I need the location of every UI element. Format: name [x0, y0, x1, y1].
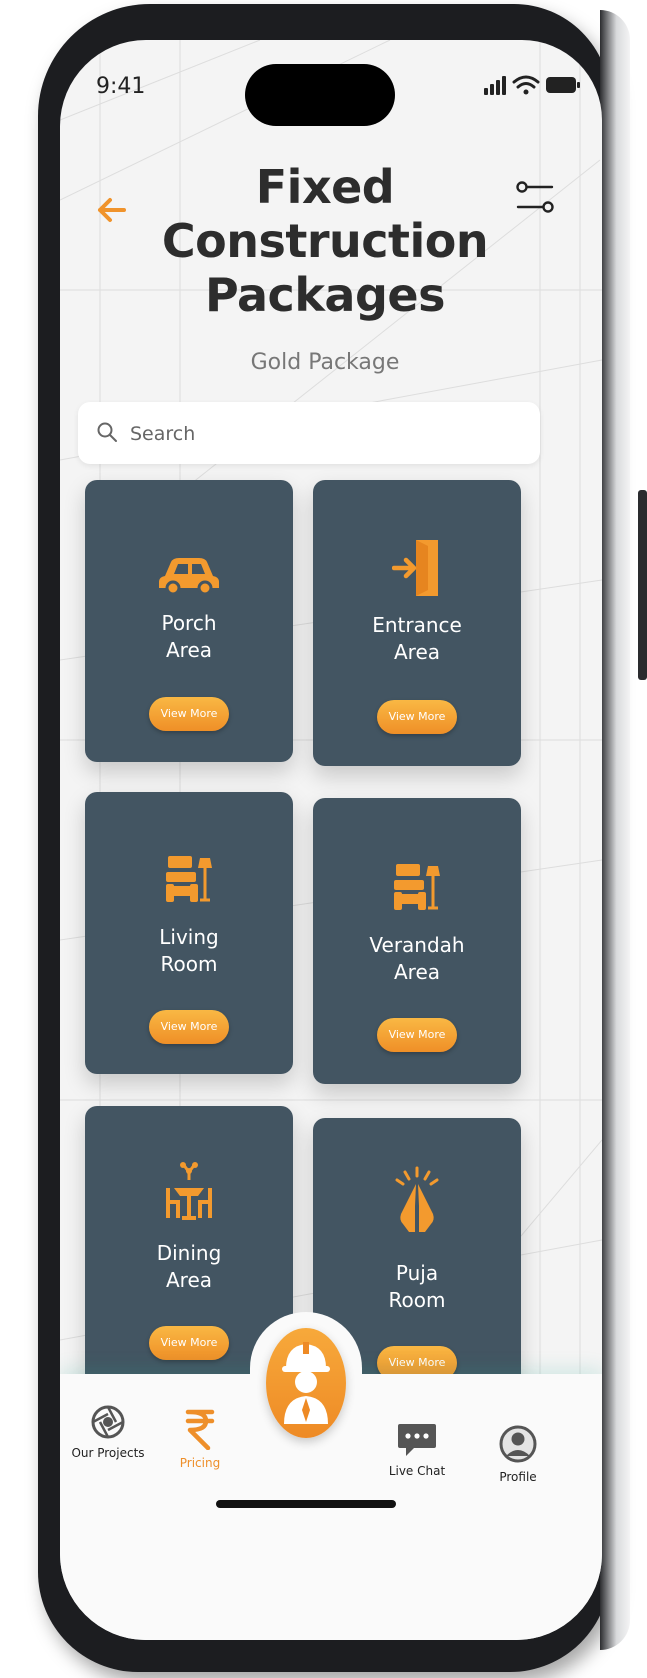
- card-label: Dining Area: [156, 1241, 222, 1292]
- chat-bubble-icon: [398, 1424, 436, 1456]
- dining-table-icon: [166, 1162, 212, 1220]
- phone-side-button: [638, 490, 647, 680]
- praying-hands-icon: [395, 1166, 439, 1232]
- view-more-button[interactable]: View More: [377, 700, 457, 734]
- battery-icon: [546, 77, 580, 93]
- aperture-icon: [91, 1405, 125, 1439]
- card-label: Puja Room: [388, 1261, 446, 1312]
- arrow-left-icon: [98, 198, 126, 222]
- nav-our-projects[interactable]: Our Projects: [64, 1404, 152, 1460]
- card-verandah-area[interactable]: Verandah Area View More: [313, 798, 521, 1084]
- back-button[interactable]: [90, 188, 134, 232]
- sofa-lamp-icon: [394, 864, 440, 910]
- nav-label: Our Projects: [71, 1446, 145, 1460]
- card-porch-area[interactable]: Porch Area View More: [85, 480, 293, 762]
- search-icon: [97, 422, 117, 442]
- card-living-room[interactable]: Living Room View More: [85, 792, 293, 1074]
- card-label: Porch Area: [161, 611, 217, 662]
- sliders-icon: [516, 181, 554, 213]
- card-label: Entrance Area: [372, 613, 462, 664]
- view-more-button[interactable]: View More: [377, 1018, 457, 1052]
- page-title-line: Fixed: [255, 160, 395, 214]
- page-title-line: Construction: [161, 214, 489, 268]
- package-subtitle: Gold Package: [250, 350, 400, 375]
- phone-side-edge: [600, 10, 630, 1650]
- view-more-button[interactable]: View More: [149, 1010, 229, 1044]
- view-more-button[interactable]: View More: [149, 1326, 229, 1360]
- card-label: Living Room: [159, 925, 219, 976]
- nav-pricing[interactable]: Pricing: [170, 1408, 230, 1470]
- nav-profile[interactable]: Profile: [488, 1424, 548, 1484]
- page-title: Fixed Construction Packages: [130, 160, 520, 322]
- sofa-lamp-icon: [166, 856, 212, 902]
- status-time: 9:41: [96, 74, 146, 99]
- nav-center-button[interactable]: [266, 1328, 346, 1438]
- card-label: Verandah Area: [369, 933, 465, 984]
- car-icon: [159, 558, 219, 594]
- rupee-icon: [185, 1409, 215, 1451]
- filter-button[interactable]: [512, 175, 558, 221]
- view-more-button[interactable]: View More: [149, 697, 229, 731]
- nav-live-chat[interactable]: Live Chat: [382, 1420, 452, 1478]
- home-indicator: [216, 1500, 396, 1508]
- search-input[interactable]: [128, 412, 532, 456]
- nav-label: Live Chat: [388, 1464, 446, 1478]
- engineer-helmet-icon: [282, 1342, 330, 1424]
- dynamic-island: [245, 64, 395, 126]
- card-entrance-area[interactable]: Entrance Area View More: [313, 480, 521, 766]
- nav-label: Profile: [499, 1470, 537, 1484]
- signal-icon: [484, 76, 506, 95]
- wifi-icon: [512, 75, 540, 89]
- status-icons: [484, 75, 580, 95]
- page-title-line: Packages: [205, 268, 445, 322]
- search-bar[interactable]: [78, 402, 540, 464]
- user-circle-icon: [499, 1425, 537, 1463]
- app-screen: 9:41 Fixed Construction Packages Gold Pa…: [60, 40, 602, 1640]
- door-enter-icon: [392, 540, 438, 596]
- nav-label: Pricing: [179, 1456, 221, 1470]
